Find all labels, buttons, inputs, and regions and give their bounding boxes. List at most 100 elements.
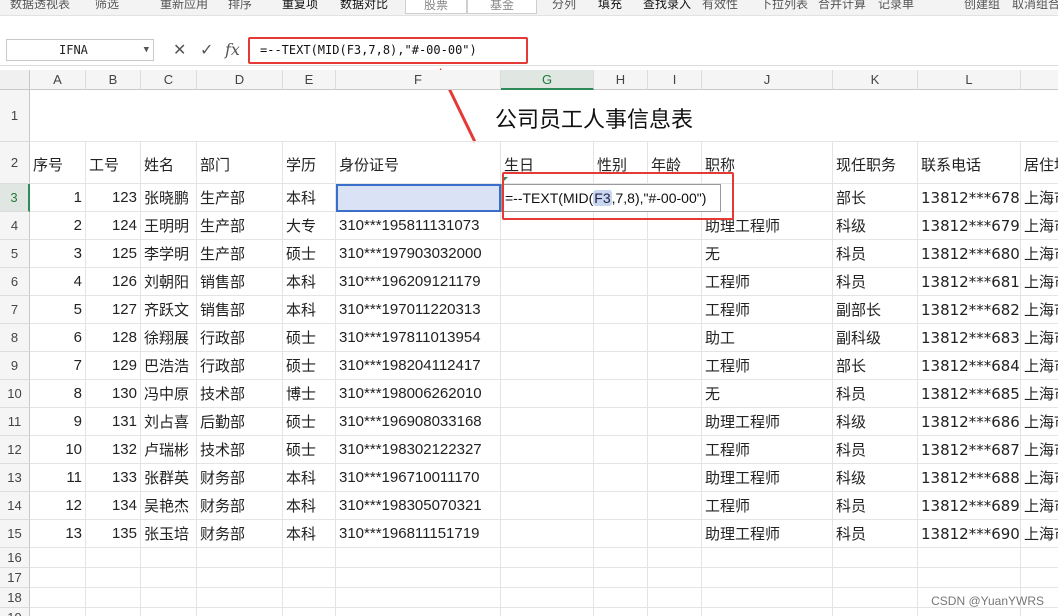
cell[interactable] xyxy=(833,608,918,616)
cell[interactable] xyxy=(336,548,501,568)
data-cell[interactable] xyxy=(594,296,648,324)
consolidate-button[interactable]: 合并计算 xyxy=(818,0,866,12)
data-cell[interactable]: 310***197903032000 xyxy=(336,240,501,268)
cell[interactable] xyxy=(141,548,197,568)
header-cell[interactable]: 工号 xyxy=(86,142,141,184)
cell[interactable] xyxy=(702,588,833,608)
data-cell[interactable]: 硕士 xyxy=(283,240,336,268)
cell[interactable] xyxy=(1021,608,1058,616)
data-cell[interactable]: 310***198302122327 xyxy=(336,436,501,464)
data-cell[interactable]: 上海市 xyxy=(1021,240,1058,268)
data-cell[interactable] xyxy=(501,352,594,380)
cell[interactable] xyxy=(702,548,833,568)
data-cell[interactable]: 徐翔展 xyxy=(141,324,197,352)
cell[interactable] xyxy=(594,548,648,568)
column-header-k[interactable]: K xyxy=(833,70,918,90)
data-cell[interactable]: 2 xyxy=(30,212,86,240)
data-cell[interactable] xyxy=(501,464,594,492)
data-cell[interactable]: 科员 xyxy=(833,268,918,296)
column-header-j[interactable]: J xyxy=(702,70,833,90)
cell[interactable] xyxy=(918,548,1021,568)
column-header-h[interactable]: H xyxy=(594,70,648,90)
cell[interactable] xyxy=(86,588,141,608)
data-cell[interactable]: 13812***682 xyxy=(918,296,1021,324)
cell[interactable] xyxy=(30,568,86,588)
name-box[interactable]: IFNA ▼ xyxy=(6,39,154,61)
data-cell[interactable]: 310***198305070321 xyxy=(336,492,501,520)
data-cell[interactable] xyxy=(501,436,594,464)
row-header-18[interactable]: 18 xyxy=(0,588,30,608)
data-cell[interactable]: 本科 xyxy=(283,184,336,212)
data-cell[interactable] xyxy=(594,380,648,408)
cell[interactable] xyxy=(86,608,141,616)
data-cell[interactable]: 后勤部 xyxy=(197,408,283,436)
data-cell[interactable]: 13812***679 xyxy=(918,212,1021,240)
data-cell[interactable]: 13812***687 xyxy=(918,436,1021,464)
cell[interactable] xyxy=(702,608,833,616)
header-cell[interactable]: 现任职务 xyxy=(833,142,918,184)
data-cell[interactable]: 科级 xyxy=(833,464,918,492)
ungroup-button[interactable]: 取消组合 xyxy=(1012,0,1058,12)
data-cell[interactable]: 卢瑞彬 xyxy=(141,436,197,464)
data-cell[interactable]: 行政部 xyxy=(197,352,283,380)
row-header-11[interactable]: 11 xyxy=(0,408,30,436)
data-cell[interactable]: 工程师 xyxy=(702,352,833,380)
data-cell[interactable] xyxy=(501,492,594,520)
data-cell[interactable]: 310***196908033168 xyxy=(336,408,501,436)
data-cell[interactable] xyxy=(594,240,648,268)
data-cell[interactable]: 129 xyxy=(86,352,141,380)
data-cell[interactable]: 生产部 xyxy=(197,240,283,268)
data-cell[interactable]: 科员 xyxy=(833,436,918,464)
column-header-b[interactable]: B xyxy=(86,70,141,90)
column-header-i[interactable]: I xyxy=(648,70,702,90)
cell[interactable] xyxy=(918,568,1021,588)
data-cell[interactable]: 127 xyxy=(86,296,141,324)
cell[interactable] xyxy=(141,608,197,616)
data-cell[interactable] xyxy=(648,240,702,268)
cell[interactable] xyxy=(336,588,501,608)
cell-editor-g3[interactable]: =--TEXT(MID(F3,7,8),"#-00-00") xyxy=(501,184,721,212)
data-cell[interactable]: 财务部 xyxy=(197,464,283,492)
data-cell[interactable]: 5 xyxy=(30,296,86,324)
data-cell[interactable]: 刘占喜 xyxy=(141,408,197,436)
data-cell[interactable] xyxy=(648,380,702,408)
cell[interactable] xyxy=(833,548,918,568)
data-cell[interactable]: 李学明 xyxy=(141,240,197,268)
cell[interactable] xyxy=(1021,548,1058,568)
data-cell[interactable]: 大专 xyxy=(283,212,336,240)
column-header-e[interactable]: E xyxy=(283,70,336,90)
data-cell[interactable]: 上海市 xyxy=(1021,268,1058,296)
header-cell[interactable]: 居住地 xyxy=(1021,142,1058,184)
data-cell[interactable]: 126 xyxy=(86,268,141,296)
data-cell[interactable]: 125 xyxy=(86,240,141,268)
data-cell[interactable]: 工程师 xyxy=(702,492,833,520)
data-cell[interactable] xyxy=(594,436,648,464)
data-cell[interactable]: 8 xyxy=(30,380,86,408)
data-cell[interactable] xyxy=(594,268,648,296)
cell[interactable] xyxy=(1021,568,1058,588)
confirm-icon[interactable]: ✓ xyxy=(200,40,213,60)
data-cell[interactable]: 助工 xyxy=(702,324,833,352)
data-cell[interactable]: 硕士 xyxy=(283,408,336,436)
reapply-button[interactable]: 重新应用 xyxy=(160,0,208,12)
stock-button[interactable]: 股票 xyxy=(405,0,467,14)
row-header-12[interactable]: 12 xyxy=(0,436,30,464)
data-cell[interactable]: 10 xyxy=(30,436,86,464)
header-cell[interactable]: 部门 xyxy=(197,142,283,184)
data-cell[interactable] xyxy=(648,408,702,436)
data-cell[interactable]: 310***197811013954 xyxy=(336,324,501,352)
data-cell[interactable]: 本科 xyxy=(283,268,336,296)
data-cell[interactable]: 上海市 xyxy=(1021,324,1058,352)
data-cell[interactable]: 310***196209121179 xyxy=(336,268,501,296)
header-cell[interactable]: 生日 xyxy=(501,142,594,184)
data-cell[interactable]: 6 xyxy=(30,324,86,352)
cell[interactable] xyxy=(141,588,197,608)
row-header-17[interactable]: 17 xyxy=(0,568,30,588)
dropdown-list-button[interactable]: 下拉列表 xyxy=(760,0,808,12)
data-cell[interactable] xyxy=(501,296,594,324)
data-cell[interactable]: 13812***688 xyxy=(918,464,1021,492)
cell[interactable] xyxy=(833,588,918,608)
data-cell[interactable]: 张晓鹏 xyxy=(141,184,197,212)
data-cell[interactable]: 本科 xyxy=(283,492,336,520)
data-cell[interactable]: 无 xyxy=(702,380,833,408)
